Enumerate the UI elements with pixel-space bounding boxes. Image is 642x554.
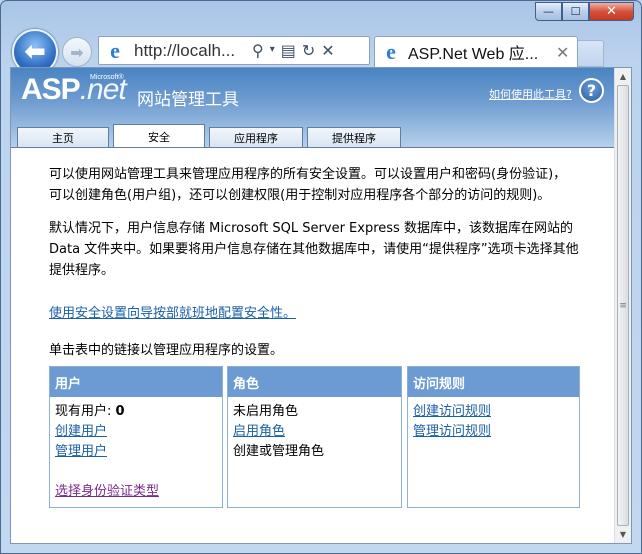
asp-header: ASP.net Microsoft® 网站管理工具 如何使用此工具? ? 主页 … [11,68,615,148]
address-input[interactable]: http://localh... [134,41,244,61]
scroll-up-icon[interactable]: ▲ [615,68,631,85]
create-access-rule-link[interactable]: 创建访问规则 [413,402,574,422]
help-icon[interactable]: ? [579,78,604,103]
tab-provider[interactable]: 提供程序 [307,127,401,148]
existing-users-count: 0 [115,404,125,419]
refresh-icon[interactable]: ↻ [302,41,315,60]
tab-home[interactable]: 主页 [17,127,109,148]
access-rules-header: 访问规则 [408,367,579,397]
compat-icon[interactable]: ▤ [281,41,296,60]
table-intro-text: 单击表中的链接以管理应用程序的设置。 [49,343,284,358]
browser-tab-title: ASP.Net Web 应... [408,46,539,63]
auth-type-link[interactable]: 选择身份验证类型 [55,482,217,502]
manage-roles-text: 创建或管理角色 [233,444,325,459]
minimize-button[interactable]: — [535,2,562,21]
section-tabs: 主页 安全 应用程序 提供程序 [17,124,405,148]
help-link[interactable]: 如何使用此工具? [489,86,572,102]
storage-paragraph: 默认情况下，用户信息存储 Microsoft SQL Server Expres… [49,221,579,278]
tab-application[interactable]: 应用程序 [209,127,303,148]
address-bar[interactable]: e http://localh... ⚲ ▾ ▤ ↻ ✕ [98,36,370,65]
stop-icon[interactable]: ✕ [321,41,334,60]
manage-access-rules-link[interactable]: 管理访问规则 [413,422,574,442]
manage-users-link[interactable]: 管理用户 [55,442,217,462]
close-window-button[interactable]: ✕ [589,2,634,21]
maximize-button[interactable]: ☐ [562,2,589,21]
web-page: ASP.net Microsoft® 网站管理工具 如何使用此工具? ? 主页 … [11,68,615,543]
arrow-right-icon: ➡ [70,42,84,62]
tab-baseline [11,147,615,148]
microsoft-mark: Microsoft® [90,74,124,81]
roles-column: 角色 未启用角色 启用角色 创建或管理角色 [227,366,402,508]
search-icon[interactable]: ⚲ [252,41,264,60]
roles-status: 未启用角色 [233,404,299,419]
users-header: 用户 [50,367,222,397]
dropdown-icon[interactable]: ▾ [270,41,275,60]
close-tab-icon[interactable]: ✕ [556,43,569,62]
scroll-thumb[interactable]: ≡ [617,85,629,526]
page-viewport: ASP.net Microsoft® 网站管理工具 如何使用此工具? ? 主页 … [10,67,632,544]
intro-paragraph: 可以使用网站管理工具来管理应用程序的所有安全设置。可以设置用户和密码(身份验证)… [49,167,567,203]
arrow-left-icon: ⬅ [24,37,46,67]
enable-roles-link[interactable]: 启用角色 [233,422,396,442]
roles-header: 角色 [228,367,401,397]
tab-security[interactable]: 安全 [113,124,205,148]
caption-buttons: — ☐ ✕ [535,2,634,21]
forward-button[interactable]: ➡ [62,37,92,67]
access-rules-column: 访问规则 创建访问规则 管理访问规则 [407,366,580,508]
scroll-down-icon[interactable]: ▼ [615,526,631,543]
create-user-link[interactable]: 创建用户 [55,422,217,442]
address-bar-icons: ⚲ ▾ ▤ ↻ ✕ [252,41,335,60]
existing-users-row: 现有用户: 0 [55,404,125,419]
vertical-scrollbar[interactable]: ▲ ≡ ▼ [614,68,631,543]
ie-page-icon: e [110,37,120,63]
browser-tab[interactable]: e ASP.Net Web 应... ✕ [374,36,578,67]
security-wizard-link[interactable]: 使用安全设置向导按部就班地配置安全性。 [49,302,296,321]
tool-title: 网站管理工具 [137,90,239,110]
new-tab-button[interactable] [578,40,604,67]
ie-tab-icon: e [386,39,396,64]
users-column: 用户 现有用户: 0 创建用户 管理用户 选择身份验证类型 [49,366,223,508]
